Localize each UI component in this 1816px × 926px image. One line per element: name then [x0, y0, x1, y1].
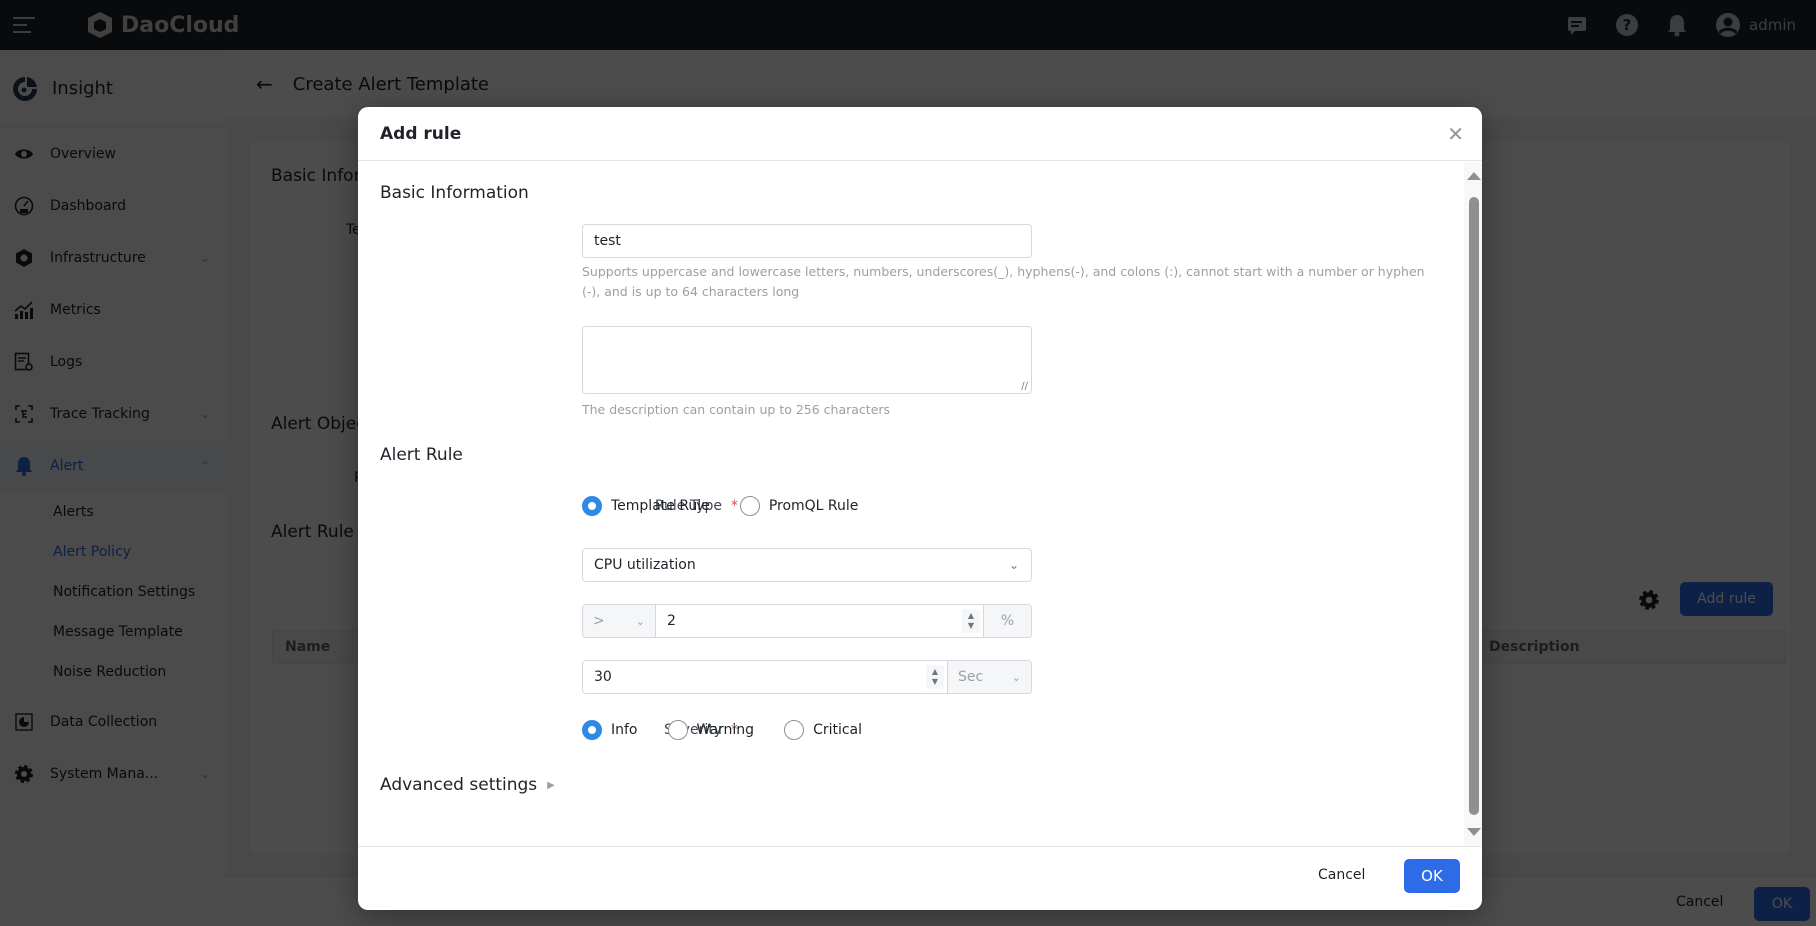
dialog-body: Basic Information Name* test Supports up… — [358, 162, 1482, 846]
rule-type-radio-group: Template Rule PromQL Rule — [582, 496, 858, 516]
dialog-title: Add rule — [380, 123, 462, 144]
radio-severity-critical[interactable]: Critical — [784, 720, 862, 740]
radio-promql-rule[interactable]: PromQL Rule — [739, 496, 858, 516]
metric-name-select[interactable]: CPU utilization ⌄ — [582, 548, 1032, 582]
name-hint: Supports uppercase and lowercase letters… — [582, 264, 1425, 299]
resize-handle-icon[interactable]: ∕∕ — [1021, 381, 1028, 392]
dialog-footer: Cancel OK — [358, 846, 1482, 910]
name-input[interactable]: test — [582, 224, 1032, 258]
threshold-unit: % — [983, 605, 1031, 637]
duration-value-input[interactable]: 30 — [583, 661, 926, 693]
basic-information-title: Basic Information — [380, 183, 529, 203]
alert-rule-title: Alert Rule — [380, 445, 463, 465]
scroll-down-icon[interactable] — [1467, 828, 1481, 836]
chevron-down-icon: ⌄ — [1011, 670, 1021, 684]
chevron-down-icon: ⌄ — [635, 614, 645, 628]
dialog-header: Add rule ✕ — [358, 107, 1482, 161]
threshold-field: > ⌄ 2 ▲ ▼ % — [582, 604, 1032, 638]
advanced-settings-toggle[interactable]: Advanced settings ▶ — [380, 775, 555, 795]
description-hint: The description can contain up to 256 ch… — [582, 402, 891, 417]
ok-button[interactable]: OK — [1404, 859, 1460, 893]
caret-right-icon: ▶ — [547, 779, 555, 791]
threshold-stepper[interactable]: ▲ ▼ — [962, 609, 980, 633]
description-textarea[interactable]: ∕∕ — [582, 326, 1032, 394]
duration-unit-select[interactable]: Sec ⌄ — [947, 661, 1031, 693]
duration-field: 30 ▲ ▼ Sec ⌄ — [582, 660, 1032, 694]
cancel-button[interactable]: Cancel — [1318, 867, 1365, 883]
chevron-down-icon: ⌄ — [1008, 558, 1019, 572]
threshold-operator-select[interactable]: > ⌄ — [583, 605, 656, 637]
add-rule-dialog: Add rule ✕ Basic Information Name* test … — [358, 107, 1482, 910]
dialog-scrollbar[interactable] — [1464, 162, 1482, 846]
severity-radio-group: Info Warning Critical — [582, 720, 862, 740]
scrollbar-thumb[interactable] — [1469, 197, 1479, 815]
duration-stepper[interactable]: ▲ ▼ — [926, 665, 944, 689]
threshold-value-input[interactable]: 2 — [656, 605, 962, 637]
radio-template-rule[interactable]: Template Rule — [582, 496, 710, 516]
close-icon[interactable]: ✕ — [1447, 122, 1464, 146]
radio-severity-warning[interactable]: Warning — [667, 720, 754, 740]
radio-severity-info[interactable]: Info — [582, 720, 638, 740]
scroll-up-icon[interactable] — [1467, 172, 1481, 180]
